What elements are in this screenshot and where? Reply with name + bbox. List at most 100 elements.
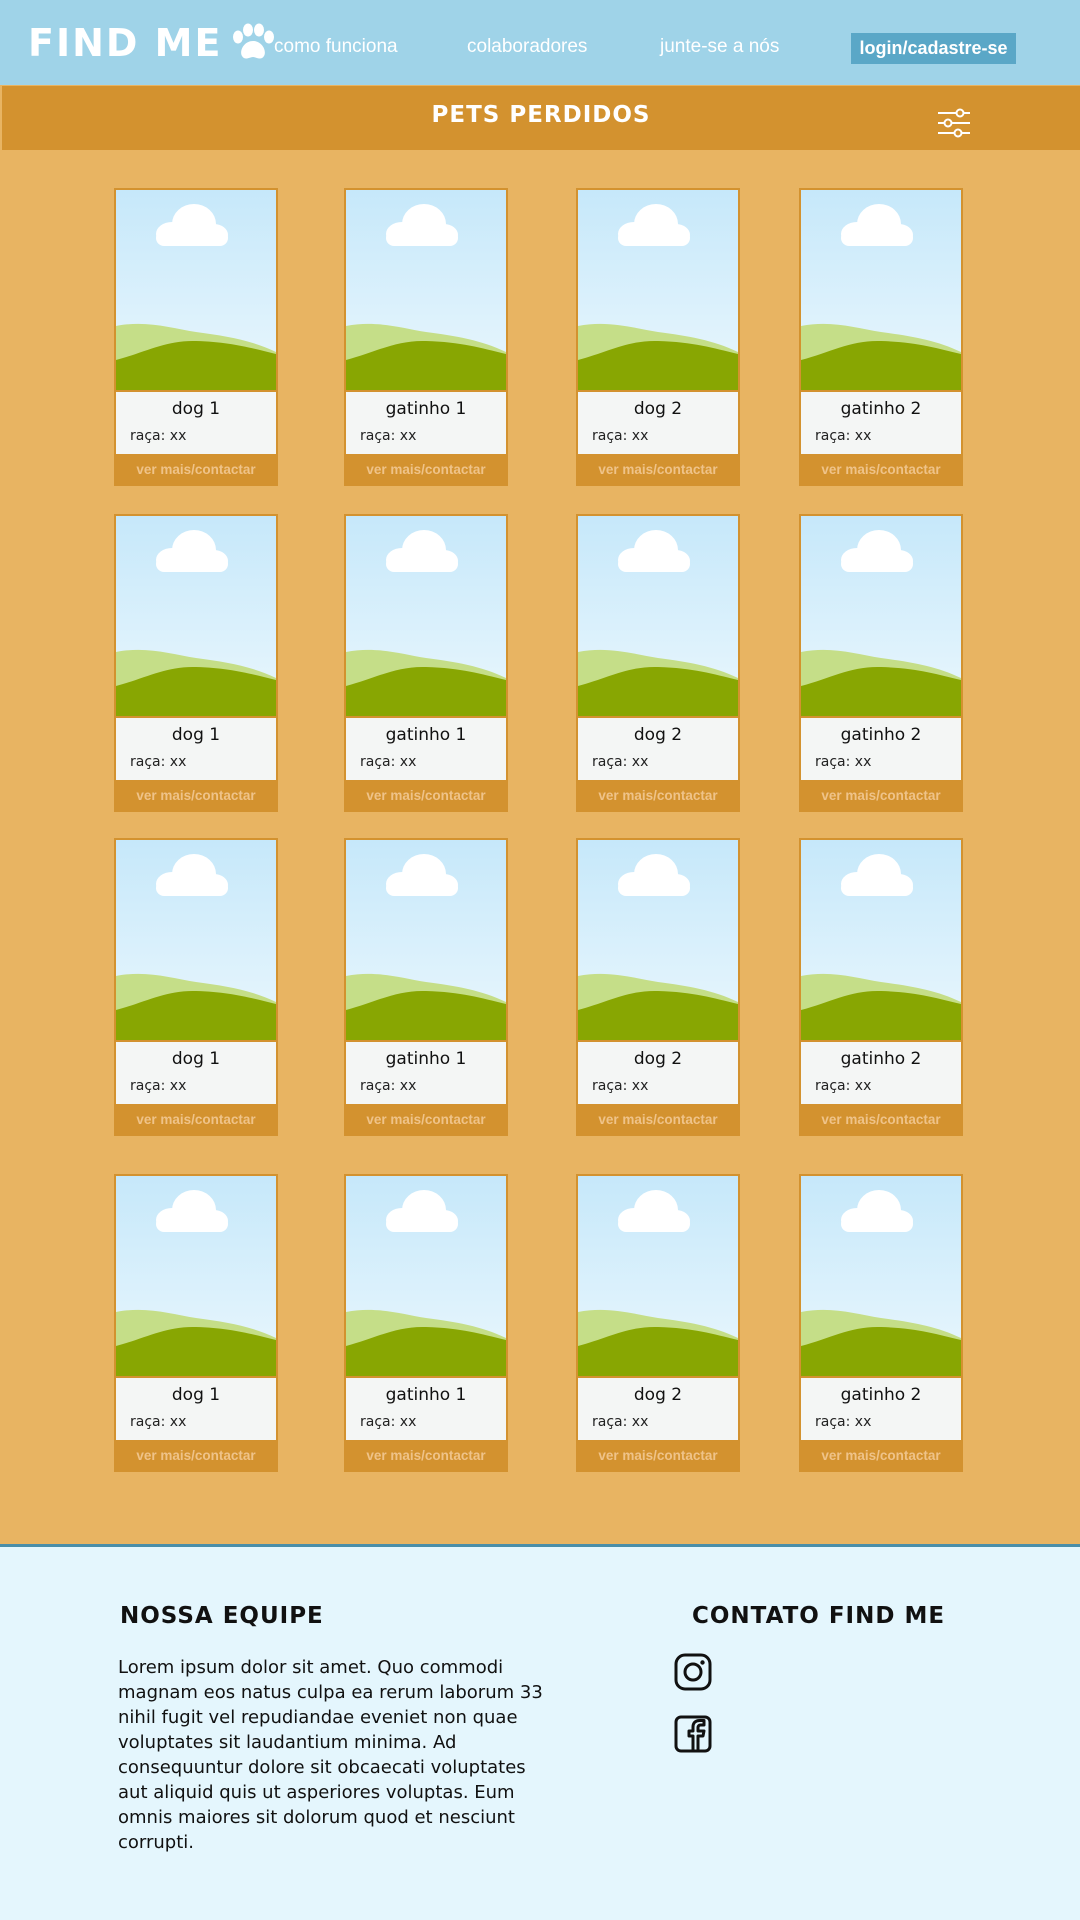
- pet-photo[interactable]: [116, 190, 276, 390]
- contact-button[interactable]: ver mais/contactar: [801, 1104, 961, 1134]
- pet-card[interactable]: gatinho 2 raça: xx ver mais/contactar: [799, 838, 963, 1136]
- pet-breed: raça: xx: [130, 1414, 187, 1430]
- pet-photo[interactable]: [801, 840, 961, 1040]
- pet-name: gatinho 1: [385, 725, 467, 745]
- pet-breed: raça: xx: [130, 1078, 187, 1094]
- pet-card[interactable]: dog 2 raça: xx ver mais/contactar: [576, 838, 740, 1136]
- pet-name: dog 1: [171, 1385, 221, 1405]
- team-title: NOSSA EQUIPE: [120, 1603, 324, 1629]
- pet-card[interactable]: gatinho 1 raça: xx ver mais/contactar: [344, 1174, 508, 1472]
- pet-info: gatinho 2 raça: xx: [801, 716, 961, 780]
- pet-info: dog 2 raça: xx: [578, 390, 738, 454]
- contact-button[interactable]: ver mais/contactar: [801, 780, 961, 810]
- pet-name: gatinho 2: [840, 1049, 922, 1069]
- pet-name: dog 2: [633, 399, 683, 419]
- contact-button[interactable]: ver mais/contactar: [578, 454, 738, 484]
- pet-photo[interactable]: [346, 516, 506, 716]
- pet-breed: raça: xx: [815, 428, 872, 444]
- pet-photo[interactable]: [578, 516, 738, 716]
- pet-photo[interactable]: [801, 190, 961, 390]
- pet-card[interactable]: dog 1 raça: xx ver mais/contactar: [114, 838, 278, 1136]
- pet-info: gatinho 2 raça: xx: [801, 390, 961, 454]
- pet-breed: raça: xx: [130, 428, 187, 444]
- pet-info: dog 2 raça: xx: [578, 1040, 738, 1104]
- contact-button[interactable]: ver mais/contactar: [346, 1440, 506, 1470]
- pet-info: dog 2 raça: xx: [578, 1376, 738, 1440]
- pet-card[interactable]: gatinho 1 raça: xx ver mais/contactar: [344, 514, 508, 812]
- pet-photo[interactable]: [346, 840, 506, 1040]
- pet-card[interactable]: gatinho 2 raça: xx ver mais/contactar: [799, 514, 963, 812]
- pet-breed: raça: xx: [360, 754, 417, 770]
- pet-name: dog 2: [633, 1049, 683, 1069]
- pet-photo[interactable]: [116, 516, 276, 716]
- pet-card[interactable]: dog 1 raça: xx ver mais/contactar: [114, 188, 278, 486]
- team-text: Lorem ipsum dolor sit amet. Quo commodi …: [118, 1657, 543, 1853]
- pet-info: dog 1 raça: xx: [116, 1376, 276, 1440]
- pet-card[interactable]: dog 2 raça: xx ver mais/contactar: [576, 514, 740, 812]
- pet-card[interactable]: gatinho 2 raça: xx ver mais/contactar: [799, 188, 963, 486]
- pet-info: gatinho 2 raça: xx: [801, 1040, 961, 1104]
- pet-breed: raça: xx: [592, 428, 649, 444]
- pet-breed: raça: xx: [130, 754, 187, 770]
- pet-card[interactable]: dog 2 raça: xx ver mais/contactar: [576, 1174, 740, 1472]
- pet-breed: raça: xx: [360, 1414, 417, 1430]
- instagram-icon[interactable]: [674, 1653, 712, 1691]
- nav-junte-se[interactable]: junte-se a nós: [660, 36, 779, 58]
- pet-breed: raça: xx: [815, 1414, 872, 1430]
- contact-button[interactable]: ver mais/contactar: [346, 780, 506, 810]
- contact-button[interactable]: ver mais/contactar: [578, 1104, 738, 1134]
- pet-photo[interactable]: [116, 840, 276, 1040]
- pet-name: dog 1: [171, 725, 221, 745]
- pet-photo[interactable]: [116, 1176, 276, 1376]
- pet-card[interactable]: dog 1 raça: xx ver mais/contactar: [114, 514, 278, 812]
- contact-button[interactable]: ver mais/contactar: [116, 1440, 276, 1470]
- contact-button[interactable]: ver mais/contactar: [801, 1440, 961, 1470]
- pet-info: gatinho 2 raça: xx: [801, 1376, 961, 1440]
- pet-name: gatinho 1: [385, 1385, 467, 1405]
- pet-card[interactable]: gatinho 1 raça: xx ver mais/contactar: [344, 188, 508, 486]
- nav-como-funciona[interactable]: como funciona: [274, 36, 398, 58]
- login-button[interactable]: login/cadastre-se: [851, 33, 1016, 64]
- pet-card[interactable]: dog 2 raça: xx ver mais/contactar: [576, 188, 740, 486]
- contact-button[interactable]: ver mais/contactar: [801, 454, 961, 484]
- page-title: PETS PERDIDOS: [431, 102, 651, 128]
- pet-photo[interactable]: [578, 840, 738, 1040]
- contact-button[interactable]: ver mais/contactar: [116, 1104, 276, 1134]
- pet-info: gatinho 1 raça: xx: [346, 1040, 506, 1104]
- footer: NOSSA EQUIPE Lorem ipsum dolor sit amet.…: [0, 1544, 1080, 1920]
- contact-button[interactable]: ver mais/contactar: [578, 780, 738, 810]
- pet-name: gatinho 2: [840, 725, 922, 745]
- pet-card[interactable]: dog 1 raça: xx ver mais/contactar: [114, 1174, 278, 1472]
- contact-button[interactable]: ver mais/contactar: [346, 454, 506, 484]
- logo-text: FIND ME: [28, 20, 223, 65]
- pet-photo[interactable]: [578, 190, 738, 390]
- pet-photo[interactable]: [346, 190, 506, 390]
- pet-name: dog 2: [633, 725, 683, 745]
- pet-photo[interactable]: [346, 1176, 506, 1376]
- pet-breed: raça: xx: [592, 1414, 649, 1430]
- pet-card[interactable]: gatinho 1 raça: xx ver mais/contactar: [344, 838, 508, 1136]
- facebook-icon[interactable]: [674, 1715, 712, 1753]
- sliders-icon[interactable]: [936, 108, 972, 138]
- pet-photo[interactable]: [801, 516, 961, 716]
- pet-name: gatinho 2: [840, 399, 922, 419]
- pet-info: dog 1 raça: xx: [116, 716, 276, 780]
- pet-card[interactable]: gatinho 2 raça: xx ver mais/contactar: [799, 1174, 963, 1472]
- pet-breed: raça: xx: [592, 754, 649, 770]
- pet-info: gatinho 1 raça: xx: [346, 716, 506, 780]
- pet-breed: raça: xx: [360, 1078, 417, 1094]
- pet-photo[interactable]: [578, 1176, 738, 1376]
- logo[interactable]: FIND ME: [28, 20, 278, 65]
- top-header: FIND ME como funciona colaboradores junt…: [0, 0, 1080, 85]
- pet-photo[interactable]: [801, 1176, 961, 1376]
- contact-button[interactable]: ver mais/contactar: [116, 780, 276, 810]
- pet-breed: raça: xx: [815, 1078, 872, 1094]
- contact-button[interactable]: ver mais/contactar: [346, 1104, 506, 1134]
- contact-button[interactable]: ver mais/contactar: [578, 1440, 738, 1470]
- title-bar: PETS PERDIDOS: [2, 86, 1080, 150]
- pet-info: gatinho 1 raça: xx: [346, 1376, 506, 1440]
- pet-name: dog 2: [633, 1385, 683, 1405]
- nav-colaboradores[interactable]: colaboradores: [467, 36, 587, 58]
- pet-breed: raça: xx: [815, 754, 872, 770]
- contact-button[interactable]: ver mais/contactar: [116, 454, 276, 484]
